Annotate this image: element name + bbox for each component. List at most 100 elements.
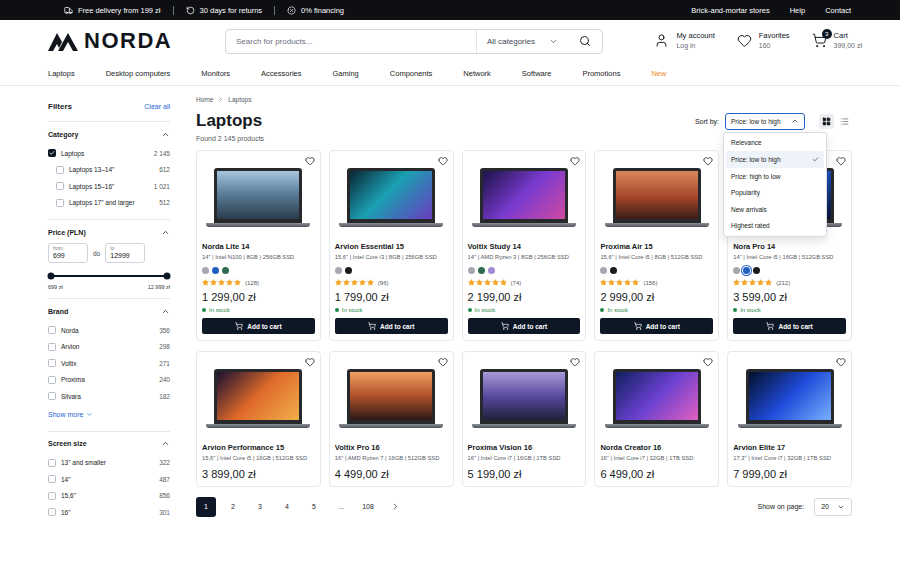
breadcrumb-item[interactable]: Home	[196, 96, 213, 103]
top-link[interactable]: Contact	[825, 6, 851, 15]
next-page-button[interactable]	[385, 497, 405, 517]
color-swatch[interactable]	[335, 267, 342, 274]
favorite-button[interactable]	[305, 156, 315, 166]
add-to-cart-button[interactable]: Add to cart	[468, 318, 581, 334]
checkbox[interactable]	[48, 149, 56, 157]
section-header[interactable]: Brand	[48, 304, 170, 318]
checkbox[interactable]	[48, 475, 56, 483]
filter-item[interactable]: 16"301	[48, 504, 170, 521]
add-to-cart-button[interactable]: Add to cart	[600, 318, 713, 334]
page-button[interactable]: 1	[196, 497, 216, 517]
section-header[interactable]: Price (PLN)	[48, 225, 170, 239]
page-button[interactable]: 2	[223, 497, 243, 517]
sort-option[interactable]: Popularity	[726, 184, 824, 201]
page-button[interactable]: 4	[277, 497, 297, 517]
nav-item[interactable]: Network	[463, 69, 491, 78]
slider-thumb[interactable]	[164, 273, 171, 280]
logo[interactable]: NORDA	[48, 28, 225, 54]
filter-item[interactable]: Laptops 15–16"1 021	[48, 178, 170, 195]
color-swatch[interactable]	[345, 267, 352, 274]
nav-item[interactable]: Components	[390, 69, 433, 78]
nav-item[interactable]: Software	[522, 69, 552, 78]
category-select[interactable]: All categories	[476, 30, 568, 53]
cart-button[interactable]: 3Cart399,00 zł	[812, 31, 862, 51]
clear-all-link[interactable]: Clear all	[144, 103, 170, 110]
sort-option[interactable]: Highest rated	[726, 218, 824, 235]
product-name[interactable]: Arvion Essential 15	[335, 242, 448, 251]
search-button[interactable]	[568, 30, 602, 53]
checkbox[interactable]	[56, 166, 64, 174]
breadcrumb-item[interactable]: Laptops	[228, 96, 251, 103]
top-link[interactable]: Help	[790, 6, 805, 15]
section-header[interactable]: Screen size	[48, 437, 170, 451]
checkbox[interactable]	[48, 392, 56, 400]
color-swatch[interactable]	[753, 267, 760, 274]
checkbox[interactable]	[48, 459, 56, 467]
favorite-button[interactable]	[836, 156, 846, 166]
nav-item[interactable]: Laptops	[48, 69, 75, 78]
product-name[interactable]: Norda Lite 14	[202, 242, 315, 251]
account-button[interactable]: My accountLog in	[654, 31, 714, 51]
nav-item[interactable]: New	[651, 69, 666, 78]
page-button[interactable]: 108	[358, 497, 378, 517]
checkbox[interactable]	[48, 492, 56, 500]
color-swatch[interactable]	[743, 267, 750, 274]
filter-item[interactable]: Proxima240	[48, 372, 170, 389]
product-name[interactable]: Proxima Vision 16	[468, 443, 581, 452]
checkbox[interactable]	[48, 343, 56, 351]
filter-item[interactable]: Arvion298	[48, 339, 170, 356]
color-swatch[interactable]	[610, 267, 617, 274]
filter-item[interactable]: Laptops 13–14"612	[48, 162, 170, 179]
color-swatch[interactable]	[222, 267, 229, 274]
checkbox[interactable]	[56, 182, 64, 190]
nav-item[interactable]: Accessories	[261, 69, 301, 78]
favorite-button[interactable]	[703, 357, 713, 367]
nav-item[interactable]: Desktop computers	[106, 69, 171, 78]
page-button[interactable]: 3	[250, 497, 270, 517]
color-swatch[interactable]	[488, 267, 495, 274]
favorite-button[interactable]	[570, 156, 580, 166]
page-button[interactable]: 5	[304, 497, 324, 517]
color-swatch[interactable]	[478, 267, 485, 274]
nav-item[interactable]: Monitors	[201, 69, 230, 78]
add-to-cart-button[interactable]: Add to cart	[335, 318, 448, 334]
checkbox[interactable]	[48, 326, 56, 334]
product-name[interactable]: Voltix Study 14	[468, 242, 581, 251]
checkbox[interactable]	[56, 199, 64, 207]
filter-item[interactable]: Laptops 17" and larger512	[48, 195, 170, 212]
color-swatch[interactable]	[600, 267, 607, 274]
price-slider[interactable]	[51, 272, 167, 280]
product-name[interactable]: Nora Pro 14	[733, 242, 846, 251]
product-name[interactable]: Arvion Elite 17	[733, 443, 846, 452]
checkbox[interactable]	[48, 508, 56, 516]
sort-select[interactable]: Price: low to high	[725, 113, 805, 130]
price-from-input[interactable]: from699	[48, 243, 88, 263]
favorites-button[interactable]: Favorites160	[737, 31, 790, 51]
color-swatch[interactable]	[468, 267, 475, 274]
nav-item[interactable]: Gaming	[333, 69, 359, 78]
add-to-cart-button[interactable]: Add to cart	[733, 318, 846, 334]
filter-item[interactable]: 14"487	[48, 471, 170, 488]
nav-item[interactable]: Promotions	[582, 69, 620, 78]
section-header[interactable]: Category	[48, 127, 170, 141]
favorite-button[interactable]	[305, 357, 315, 367]
product-name[interactable]: Voltix Pro 16	[335, 443, 448, 452]
filter-item[interactable]: Silvara182	[48, 388, 170, 405]
product-name[interactable]: Norda Creator 16	[600, 443, 713, 452]
favorite-button[interactable]	[438, 357, 448, 367]
favorite-button[interactable]	[438, 156, 448, 166]
filter-item[interactable]: Voltix271	[48, 355, 170, 372]
price-to-input[interactable]: to12999	[105, 243, 145, 263]
sort-option[interactable]: Relevance	[726, 135, 824, 152]
filter-item[interactable]: 13" and smaller322	[48, 455, 170, 472]
checkbox[interactable]	[48, 376, 56, 384]
sort-option[interactable]: Price: high to low	[726, 168, 824, 185]
search-input[interactable]	[226, 30, 476, 53]
color-swatch[interactable]	[212, 267, 219, 274]
favorite-button[interactable]	[570, 357, 580, 367]
slider-thumb[interactable]	[48, 273, 55, 280]
show-more-link[interactable]: Show more	[48, 411, 93, 418]
favorite-button[interactable]	[703, 156, 713, 166]
filter-item[interactable]: 15,6"856	[48, 488, 170, 505]
filter-item[interactable]: Norda356	[48, 322, 170, 339]
